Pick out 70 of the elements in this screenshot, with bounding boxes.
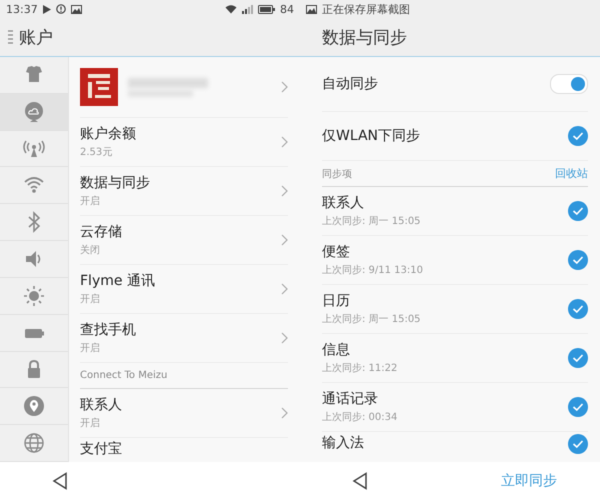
section-header: Connect To Meizu bbox=[80, 363, 288, 389]
globe-icon bbox=[23, 432, 45, 454]
battery-level: 84 bbox=[280, 2, 294, 16]
menu-item[interactable]: 云存储 关闭 bbox=[80, 216, 288, 265]
item-subtitle: 上次同步: 11:22 bbox=[322, 362, 398, 375]
checkbox[interactable] bbox=[568, 434, 588, 454]
item-subtitle: 上次同步: 周一 15:05 bbox=[322, 214, 422, 228]
item-subtitle: 上次同步: 00:34 bbox=[322, 410, 398, 424]
checkbox[interactable] bbox=[568, 348, 588, 368]
checkbox[interactable] bbox=[568, 201, 588, 221]
page-title: 数据与同步 bbox=[322, 26, 407, 48]
item-title: 云存储 bbox=[80, 223, 123, 241]
back-icon[interactable] bbox=[352, 472, 368, 490]
item-subtitle: 开启 bbox=[80, 292, 101, 306]
sun-icon bbox=[23, 284, 45, 307]
item-subtitle: 开启 bbox=[80, 342, 101, 355]
section-header: 同步项 bbox=[322, 168, 352, 180]
chevron-icon bbox=[281, 234, 288, 246]
menu-item[interactable]: 支付宝 bbox=[80, 438, 288, 462]
item-title: 账户余额 bbox=[80, 125, 137, 143]
location-icon bbox=[23, 395, 45, 418]
item-title: 联系人 bbox=[80, 396, 123, 414]
setting-label: 自动同步 bbox=[322, 75, 379, 93]
item-subtitle: 2.53元 bbox=[80, 146, 114, 159]
chevron-icon bbox=[281, 185, 288, 197]
sidebar-item[interactable] bbox=[0, 94, 68, 131]
item-subtitle: 开启 bbox=[80, 194, 101, 208]
checkbox[interactable] bbox=[568, 397, 588, 417]
back-icon[interactable] bbox=[52, 472, 68, 490]
menu-icon[interactable] bbox=[8, 30, 13, 44]
item-title: 日历 bbox=[322, 292, 351, 310]
item-title: 支付宝 bbox=[80, 440, 122, 458]
signal-icon bbox=[242, 4, 253, 14]
checkbox[interactable] bbox=[568, 299, 588, 319]
toggle-switch[interactable] bbox=[550, 74, 588, 94]
item-title: 查找手机 bbox=[80, 321, 137, 339]
item-subtitle: 上次同步: 周一 15:05 bbox=[322, 312, 422, 326]
notification-text: 正在保存屏幕截图 bbox=[322, 2, 410, 16]
menu-item[interactable]: 查找手机 开启 bbox=[80, 314, 288, 363]
item-title: 数据与同步 bbox=[80, 174, 151, 192]
chevron-icon bbox=[281, 407, 288, 419]
item-title: 信息 bbox=[322, 341, 351, 359]
item-title: Flyme 通讯 bbox=[80, 272, 156, 290]
setting-label: 仅WLAN下同步 bbox=[322, 127, 422, 145]
wifi-icon bbox=[225, 4, 237, 14]
clock: 13:37 bbox=[6, 2, 38, 16]
checkbox[interactable] bbox=[568, 126, 588, 146]
menu-item[interactable]: Flyme 通讯 开启 bbox=[80, 265, 288, 314]
chevron-icon bbox=[281, 81, 288, 93]
cloud-icon bbox=[23, 100, 45, 123]
item-title: 通话记录 bbox=[322, 390, 379, 408]
menu-item[interactable]: 联系人 开启 bbox=[80, 389, 288, 438]
page-title: 账户 bbox=[19, 26, 53, 48]
item-subtitle: 上次同步: 9/11 13:10 bbox=[322, 264, 424, 277]
battery-icon bbox=[258, 4, 275, 14]
image-icon bbox=[306, 4, 317, 14]
chevron-icon bbox=[281, 283, 288, 295]
menu-item[interactable]: 账户余额 2.53元 bbox=[80, 118, 288, 167]
chevron-icon bbox=[281, 332, 288, 344]
item-subtitle: 开启 bbox=[80, 416, 101, 430]
checkbox[interactable] bbox=[568, 250, 588, 270]
chevron-icon bbox=[281, 136, 288, 148]
item-title: 便签 bbox=[322, 243, 351, 261]
menu-item[interactable]: 数据与同步 开启 bbox=[80, 167, 288, 216]
item-title: 联系人 bbox=[322, 194, 365, 212]
image-icon bbox=[70, 4, 82, 14]
item-subtitle: 关闭 bbox=[80, 244, 101, 257]
play-icon bbox=[42, 4, 51, 14]
alert-icon bbox=[56, 4, 66, 14]
item-title: 输入法 bbox=[322, 434, 365, 452]
